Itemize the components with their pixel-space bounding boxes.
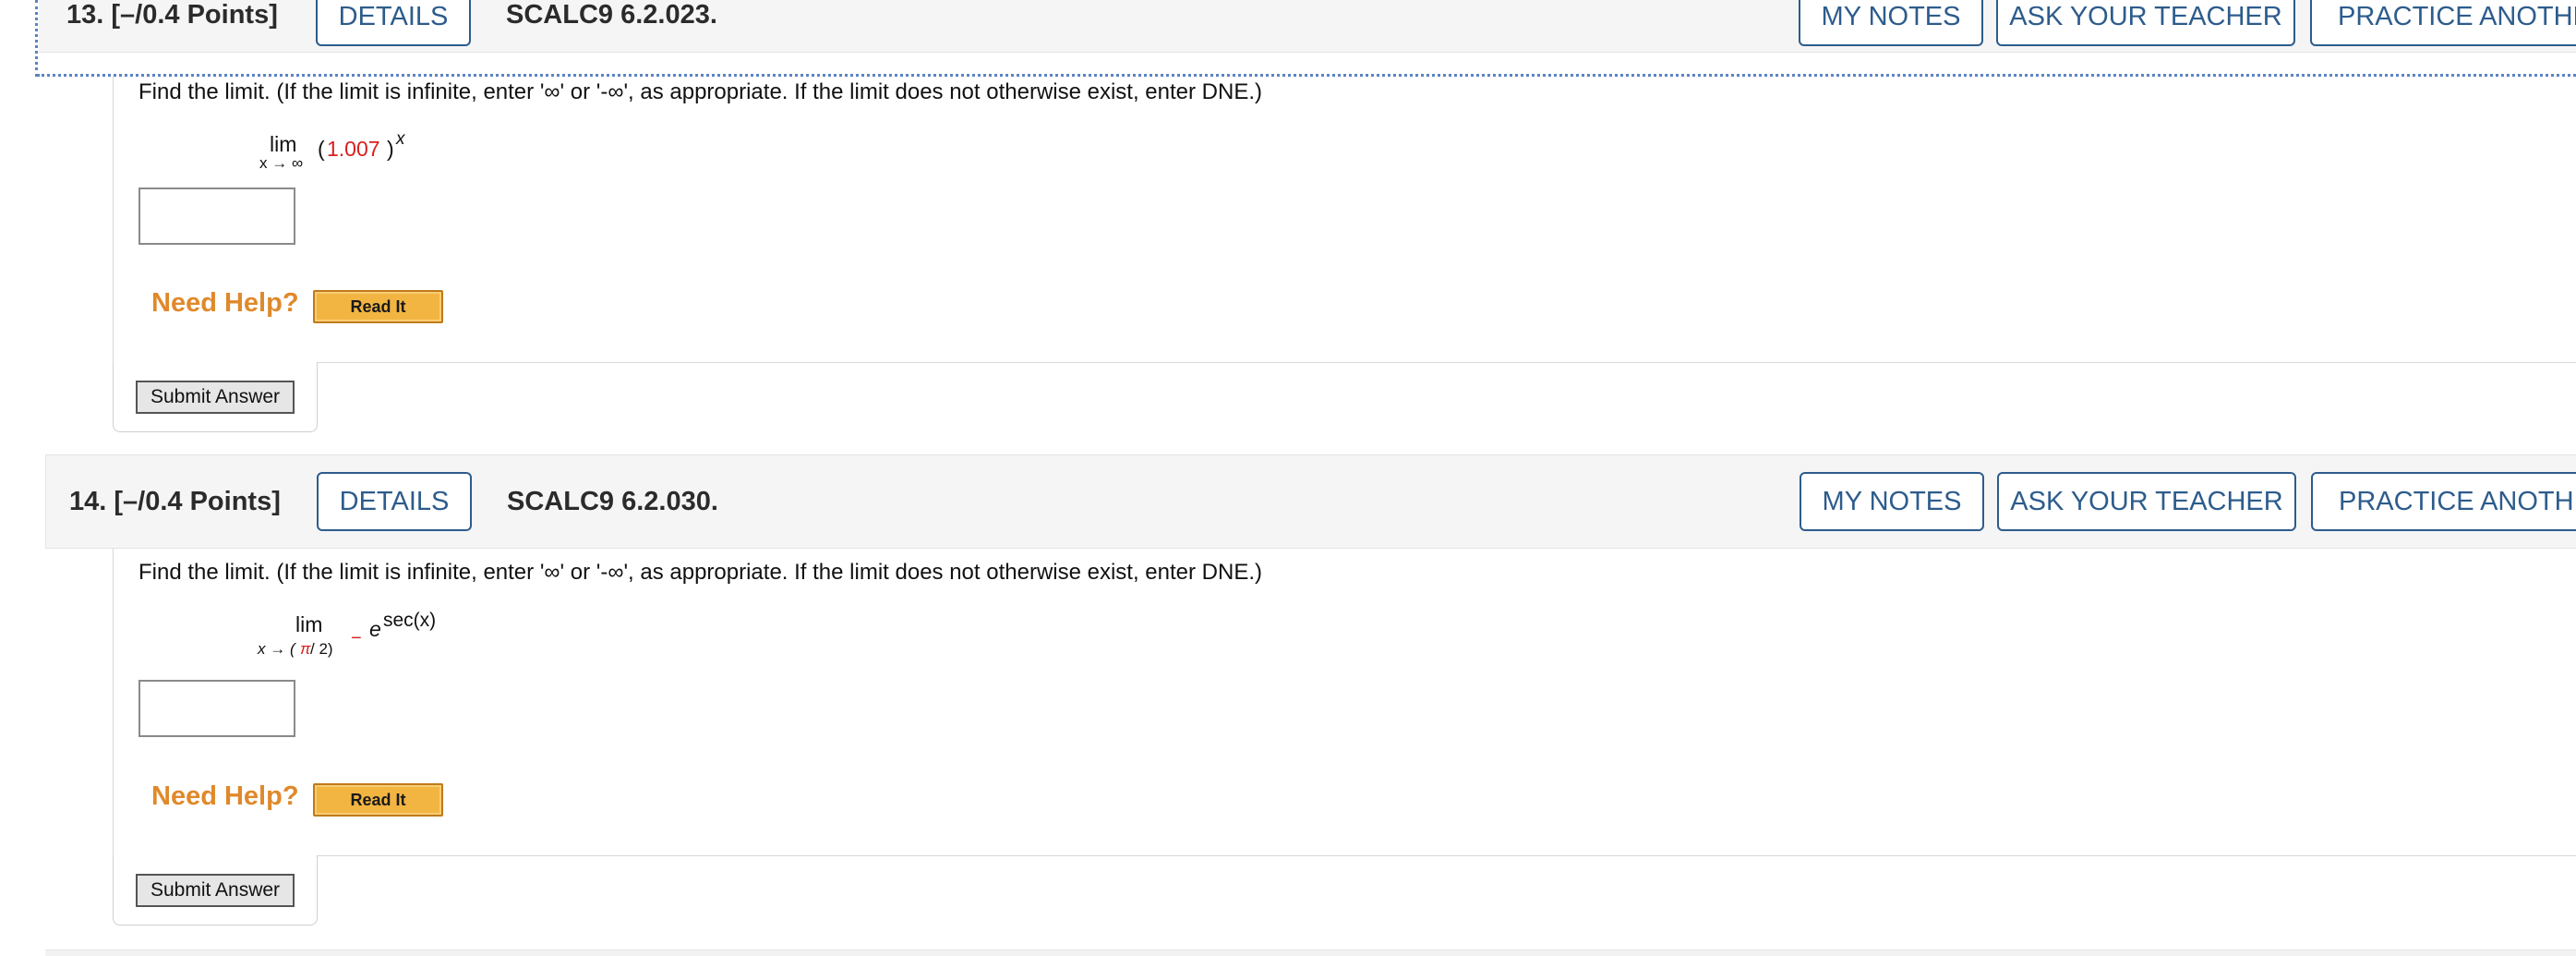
question-prompt: Find the limit. (If the limit is infinit…: [138, 560, 1263, 585]
need-help-label: Need Help?: [151, 781, 299, 811]
exponent: x: [396, 129, 405, 149]
limit-subscript-prefix: x → (: [258, 640, 295, 658]
focus-outline: [37, 74, 2576, 77]
practice-another-button[interactable]: PRACTICE ANOTHER: [2311, 472, 2576, 531]
ask-your-teacher-button[interactable]: ASK YOUR TEACHER: [1996, 0, 2295, 46]
question-number-points: 14. [–/0.4 Points]: [69, 487, 281, 516]
focus-outline-left: [35, 0, 38, 77]
limit-subscript: x → ∞: [259, 154, 304, 172]
answer-input[interactable]: [138, 188, 295, 245]
submit-divider: [318, 362, 2576, 363]
details-button[interactable]: DETAILS: [316, 0, 471, 46]
submit-answer-button[interactable]: Submit Answer: [136, 874, 295, 907]
question-prompt: Find the limit. (If the limit is infinit…: [138, 79, 1263, 104]
need-help-label: Need Help?: [151, 288, 299, 318]
practice-another-button[interactable]: PRACTICE ANOTHER: [2310, 0, 2576, 46]
ask-your-teacher-button[interactable]: ASK YOUR TEACHER: [1997, 472, 2296, 531]
submit-divider: [318, 855, 2576, 856]
my-notes-button[interactable]: MY NOTES: [1800, 472, 1984, 531]
base-e: e: [369, 617, 381, 641]
base-value: 1.007: [327, 137, 380, 161]
question-13-header: 13. [–/0.4 Points] DETAILS SCALC9 6.2.02…: [39, 0, 2576, 53]
question-number-points: 13. [–/0.4 Points]: [66, 0, 278, 30]
details-button[interactable]: DETAILS: [317, 472, 472, 531]
exponent: sec(x): [383, 610, 437, 631]
read-it-button[interactable]: Read It: [313, 290, 443, 323]
limit-word: lim: [295, 612, 323, 636]
read-it-button[interactable]: Read It: [313, 783, 443, 817]
my-notes-button[interactable]: MY NOTES: [1799, 0, 1983, 46]
open-paren: (: [318, 137, 325, 161]
limit-word: lim: [270, 132, 297, 156]
answer-input[interactable]: [138, 680, 295, 737]
submit-answer-button[interactable]: Submit Answer: [136, 381, 295, 414]
limit-subscript-pi: π: [300, 640, 311, 658]
limit-subscript-minus: −: [351, 628, 362, 648]
limit-subscript-suffix: / 2): [310, 640, 333, 658]
question-code: SCALC9 6.2.023.: [506, 0, 717, 30]
question-14-header: 14. [–/0.4 Points] DETAILS SCALC9 6.2.03…: [45, 454, 2576, 549]
question-code: SCALC9 6.2.030.: [507, 487, 718, 516]
close-paren: ): [387, 137, 394, 161]
